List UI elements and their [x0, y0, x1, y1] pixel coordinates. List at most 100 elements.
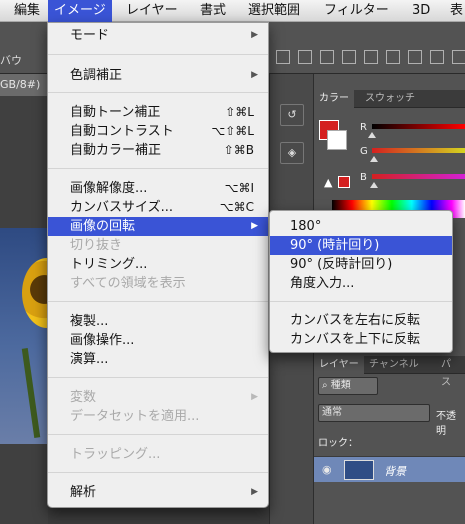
- submenu-arrow-icon: ▶: [251, 221, 258, 231]
- menu-item-mode[interactable]: モード ▶: [48, 26, 268, 45]
- menubar-item[interactable]: 選択範囲: [242, 0, 306, 22]
- menu-item-image-rotation[interactable]: 画像の回転 ▶: [48, 217, 268, 236]
- slider-handle-icon[interactable]: [368, 132, 376, 138]
- gamut-swatch[interactable]: [338, 176, 350, 188]
- menu-item-label: トリミング...: [70, 257, 148, 272]
- menu-item-label: 変数: [70, 390, 97, 405]
- menu-item-analysis[interactable]: 解析 ▶: [48, 483, 268, 502]
- menu-item-canvas-size[interactable]: カンバスサイズ... ⌥⌘C: [48, 198, 268, 217]
- 3d-icon[interactable]: ◈: [280, 142, 304, 164]
- color-panel-header: カラー スウォッチ: [314, 90, 465, 108]
- distribute-icon[interactable]: [364, 50, 378, 64]
- distribute-icon[interactable]: [452, 50, 465, 64]
- opacity-label: 不透明: [436, 411, 456, 437]
- tab-paths[interactable]: パス: [436, 356, 465, 388]
- distribute-icon[interactable]: [430, 50, 444, 64]
- eye-icon[interactable]: ◉: [322, 463, 332, 476]
- history-icon[interactable]: ↺: [280, 104, 304, 126]
- menubar-item[interactable]: 編集: [8, 0, 46, 22]
- menu-item-shortcut: ⇧⌘L: [225, 105, 254, 119]
- layers-panel-header: レイヤー チャンネル パス: [314, 356, 465, 388]
- menu-item-apply-image[interactable]: 画像操作...: [48, 331, 268, 350]
- menu-separator: [48, 472, 268, 473]
- menu-item-label: 自動カラー補正: [70, 143, 162, 158]
- layer-row-background[interactable]: ◉ 背景: [314, 456, 465, 482]
- menu-item-label: 演算...: [70, 352, 109, 367]
- menu-item-adjustments[interactable]: 色調補正 ▶: [48, 66, 268, 85]
- tab-layers[interactable]: レイヤー: [314, 356, 364, 374]
- menu-item-auto-contrast[interactable]: 自動コントラスト ⌥⇧⌘L: [48, 122, 268, 141]
- photo-sunflower: [0, 228, 48, 444]
- menu-item-auto-tone[interactable]: 自動トーン補正 ⇧⌘L: [48, 103, 268, 122]
- channel-r-slider[interactable]: [372, 124, 465, 129]
- menu-item-rotate-90-cw[interactable]: 90° (時計回り): [270, 236, 452, 255]
- menu-item-label: カンバスサイズ...: [70, 200, 174, 215]
- menu-item-auto-color[interactable]: 自動カラー補正 ⇧⌘B: [48, 141, 268, 160]
- menu-item-duplicate[interactable]: 複製...: [48, 312, 268, 331]
- blend-mode-value: 通常: [322, 407, 342, 418]
- slider-handle-icon[interactable]: [370, 182, 378, 188]
- menubar-item[interactable]: 表: [444, 0, 465, 22]
- menu-item-label: 複製...: [70, 314, 109, 329]
- search-icon: ⌕: [322, 380, 328, 391]
- document-tab[interactable]: GB/8#): [0, 74, 48, 96]
- menu-item-image-size[interactable]: 画像解像度... ⌥⌘I: [48, 179, 268, 198]
- blend-mode-select[interactable]: 通常: [318, 404, 430, 422]
- menu-item-crop: 切り抜き: [48, 236, 268, 255]
- stem-image: [21, 348, 41, 438]
- menu-item-shortcut: ⌥⇧⌘L: [211, 124, 254, 138]
- menu-item-label: データセットを適用...: [70, 409, 200, 424]
- menu-item-rotate-180[interactable]: 180°: [270, 217, 452, 236]
- align-icon[interactable]: [342, 50, 356, 64]
- distribute-icon[interactable]: [386, 50, 400, 64]
- align-icon[interactable]: [320, 50, 334, 64]
- menu-item-trim[interactable]: トリミング...: [48, 255, 268, 274]
- tab-channels[interactable]: チャンネル: [364, 356, 424, 374]
- menu-item-label: 切り抜き: [70, 238, 123, 253]
- layer-kind-label: 種類: [330, 380, 351, 391]
- channel-g-slider[interactable]: [372, 148, 465, 153]
- menu-separator: [48, 54, 268, 55]
- menubar-item[interactable]: 3D: [406, 0, 436, 22]
- menu-separator: [270, 301, 452, 302]
- distribute-icon[interactable]: [408, 50, 422, 64]
- menu-item-label: 色調補正: [70, 68, 123, 83]
- sunflower-image: [22, 258, 48, 328]
- menubar-item[interactable]: 書式: [194, 0, 232, 22]
- rotate-submenu: 180° 90° (時計回り) 90° (反時計回り) 角度入力... カンバスを左右に…: [269, 210, 453, 353]
- tab-color[interactable]: カラー: [314, 90, 354, 108]
- menubar-item[interactable]: フィルター: [318, 0, 395, 22]
- align-icon[interactable]: [298, 50, 312, 64]
- menu-item-flip-horizontal[interactable]: カンバスを左右に反転: [270, 311, 452, 330]
- lock-label: ロック：: [318, 438, 358, 449]
- menu-item-label: 自動コントラスト: [70, 124, 174, 139]
- menubar-item[interactable]: イメージ: [48, 0, 112, 22]
- submenu-arrow-icon: ▶: [251, 30, 258, 40]
- menubar-item[interactable]: レイヤー: [120, 0, 184, 22]
- channel-r-label: R: [360, 122, 367, 133]
- background-color-swatch[interactable]: [327, 130, 347, 150]
- layer-name: 背景: [384, 465, 406, 478]
- menu-item-calculations[interactable]: 演算...: [48, 350, 268, 369]
- image-menu: モード ▶ 色調補正 ▶ 自動トーン補正 ⇧⌘L 自動コントラスト ⌥⇧⌘L 自動カラー補正 ⇧⌘…: [47, 22, 269, 508]
- submenu-arrow-icon: ▶: [251, 392, 258, 402]
- menu-item-flip-vertical[interactable]: カンバスを上下に反転: [270, 330, 452, 349]
- options-partial-label: バウ: [0, 54, 22, 67]
- menu-item-label: 画像操作...: [70, 333, 135, 348]
- channel-b-slider[interactable]: [372, 174, 465, 179]
- tab-swatches[interactable]: スウォッチ: [360, 90, 420, 108]
- layer-kind-filter[interactable]: ⌕ 種類: [318, 377, 378, 395]
- menu-item-rotate-90-ccw[interactable]: 90° (反時計回り): [270, 255, 452, 274]
- menu-item-trap: トラッピング...: [48, 445, 268, 464]
- slider-handle-icon[interactable]: [370, 156, 378, 162]
- menu-separator: [48, 434, 268, 435]
- menu-item-shortcut: ⌥⌘C: [219, 200, 254, 214]
- menu-item-arbitrary-angle[interactable]: 角度入力...: [270, 274, 452, 293]
- align-icon[interactable]: [276, 50, 290, 64]
- menu-item-label: 解析: [70, 485, 97, 500]
- menu-separator: [48, 92, 268, 93]
- document-tab-label: GB/8#): [0, 78, 41, 91]
- menu-item-label: 自動トーン補正: [70, 105, 161, 120]
- menu-item-apply-data-set: データセットを適用...: [48, 407, 268, 426]
- menu-item-label: 画像の回転: [70, 219, 136, 234]
